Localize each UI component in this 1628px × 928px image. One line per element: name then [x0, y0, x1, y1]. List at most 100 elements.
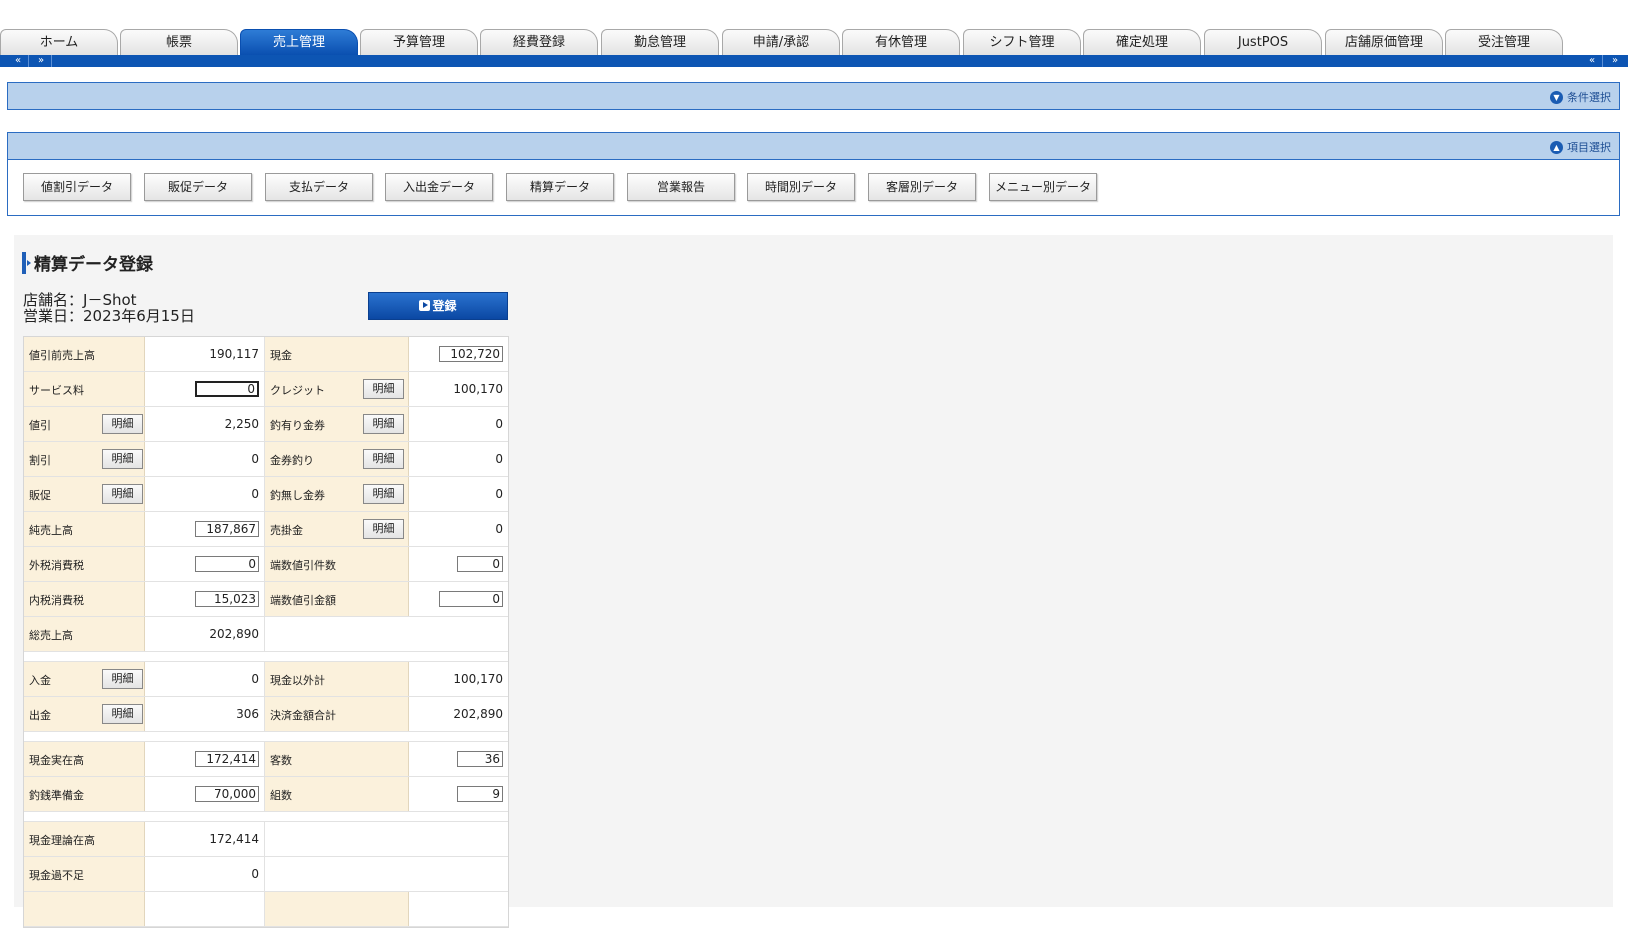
actual-cash-input[interactable]: 172,414 — [195, 751, 259, 767]
table-row: 販促 明細 0 釣無し金券 明細 0 — [24, 477, 508, 512]
row-label: 組数 — [270, 789, 292, 802]
row-label: 外税消費税 — [29, 559, 84, 572]
customer-count-input[interactable]: 36 — [457, 751, 503, 767]
row-label: 釣銭準備金 — [29, 789, 84, 802]
external-tax-input[interactable]: 0 — [195, 556, 259, 572]
row-label: 端数値引件数 — [270, 559, 336, 572]
table-row — [24, 892, 508, 927]
cash-input[interactable]: 102,720 — [439, 346, 503, 362]
menu-data-button[interactable]: メニュー別データ — [989, 173, 1097, 201]
tabs-next-button[interactable]: » — [31, 55, 52, 67]
discount-data-button[interactable]: 値割引データ — [23, 173, 131, 201]
payment-data-button[interactable]: 支払データ — [265, 173, 373, 201]
cash-over-short-value: 0 — [251, 867, 259, 881]
internal-tax-input[interactable]: 15,023 — [195, 591, 259, 607]
table-row: 現金実在高 172,414 客数 36 — [24, 742, 508, 777]
row-label: 端数値引金額 — [270, 594, 336, 607]
service-charge-input[interactable]: 0 — [195, 381, 259, 397]
tab-justpos[interactable]: JustPOS — [1204, 29, 1322, 55]
tab-expense-registration[interactable]: 経費登録 — [480, 29, 598, 55]
item-panel-header: ▲ 項目選択 — [7, 132, 1620, 160]
business-report-button[interactable]: 営業報告 — [627, 173, 735, 201]
settlement-grid: 値引前売上高 190,117 現金 102,720 サービス料 0 クレジット明… — [23, 336, 509, 928]
row-label: 客数 — [270, 754, 292, 767]
non-cash-total-value: 100,170 — [453, 672, 503, 686]
table-row: 純売上高 187,867 売掛金 明細 0 — [24, 512, 508, 547]
row-label: 釣無し金券 — [270, 489, 325, 502]
row-label: 内税消費税 — [29, 594, 84, 607]
tab-attendance-management[interactable]: 勤怠管理 — [601, 29, 719, 55]
condition-toggle[interactable]: ▼ 条件選択 — [1550, 89, 1611, 105]
customer-segment-data-button[interactable]: 客層別データ — [868, 173, 976, 201]
promotion-data-button[interactable]: 販促データ — [144, 173, 252, 201]
change-fund-input[interactable]: 70,000 — [195, 786, 259, 802]
tabs-next-button-right[interactable]: » — [1605, 55, 1625, 67]
tab-budget-management[interactable]: 予算管理 — [360, 29, 478, 55]
play-icon — [419, 300, 431, 311]
table-row: 外税消費税 0 端数値引件数 0 — [24, 547, 508, 582]
register-button[interactable]: 登録 — [368, 292, 508, 320]
discount-detail-button[interactable]: 明細 — [102, 414, 143, 434]
row-label: 金券釣り — [270, 454, 314, 467]
table-row: 値引 明細 2,250 釣有り金券 明細 0 — [24, 407, 508, 442]
item-panel-body: 値割引データ 販促データ 支払データ 入出金データ 精算データ 営業報告 時間別… — [7, 160, 1620, 216]
net-sales-input[interactable]: 187,867 — [195, 521, 259, 537]
table-row: サービス料 0 クレジット 明細 100,170 — [24, 372, 508, 407]
tab-application-approval[interactable]: 申請/承認 — [722, 29, 840, 55]
hourly-data-button[interactable]: 時間別データ — [747, 173, 855, 201]
table-row: 現金理論在高 172,414 — [24, 822, 508, 857]
register-button-label: 登録 — [432, 299, 457, 313]
row-label: 総売上高 — [29, 629, 73, 642]
voucher-change-detail-button[interactable]: 明細 — [363, 449, 404, 469]
row-label: 釣有り金券 — [270, 419, 325, 432]
store-info: 店舗名：J－Shot 営業日：2023年6月15日 — [23, 292, 195, 324]
tab-confirmation[interactable]: 確定処理 — [1083, 29, 1201, 55]
table-row: 入金 明細 0 現金以外計 100,170 — [24, 662, 508, 697]
total-sales-value: 202,890 — [209, 627, 259, 641]
settlement-data-button[interactable]: 精算データ — [506, 173, 614, 201]
withdrawal-detail-button[interactable]: 明細 — [102, 704, 143, 724]
row-label: 売掛金 — [270, 524, 303, 537]
row-spacer — [24, 812, 508, 822]
tabs-prev-button-right[interactable]: « — [1582, 55, 1603, 67]
voucher-no-change-value: 0 — [495, 487, 503, 501]
tab-reports[interactable]: 帳票 — [120, 29, 238, 55]
item-toggle[interactable]: ▲ 項目選択 — [1550, 139, 1611, 155]
deposit-detail-button[interactable]: 明細 — [102, 669, 143, 689]
tab-home[interactable]: ホーム — [0, 29, 118, 55]
withdrawal-value: 306 — [236, 707, 259, 721]
tabs-prev-button[interactable]: « — [8, 55, 29, 67]
condition-toggle-label: 条件選択 — [1567, 91, 1611, 104]
rounding-discount-amount-input[interactable]: 0 — [439, 591, 503, 607]
deposit-value: 0 — [251, 672, 259, 686]
row-spacer — [24, 652, 508, 662]
credit-detail-button[interactable]: 明細 — [363, 379, 404, 399]
voucher-no-change-detail-button[interactable]: 明細 — [363, 484, 404, 504]
markdown-detail-button[interactable]: 明細 — [102, 449, 143, 469]
main-tab-bar: ホーム 帳票 売上管理 予算管理 経費登録 勤怠管理 申請/承認 有休管理 シフ… — [0, 29, 1628, 55]
payment-total-value: 202,890 — [453, 707, 503, 721]
page-title-text: 精算データ登録 — [34, 255, 153, 275]
rounding-discount-count-input[interactable]: 0 — [457, 556, 503, 572]
tab-shift-management[interactable]: シフト管理 — [963, 29, 1081, 55]
voucher-with-change-detail-button[interactable]: 明細 — [363, 414, 404, 434]
tab-paid-leave[interactable]: 有休管理 — [842, 29, 960, 55]
promotion-detail-button[interactable]: 明細 — [102, 484, 143, 504]
table-row: 値引前売上高 190,117 現金 102,720 — [24, 337, 508, 372]
tab-order-management[interactable]: 受注管理 — [1445, 29, 1563, 55]
row-label: サービス料 — [29, 384, 84, 397]
voucher-with-change-value: 0 — [495, 417, 503, 431]
condition-panel-header: ▼ 条件選択 — [7, 82, 1620, 110]
promotion-value: 0 — [251, 487, 259, 501]
table-row: 内税消費税 15,023 端数値引金額 0 — [24, 582, 508, 617]
receivable-detail-button[interactable]: 明細 — [363, 519, 404, 539]
row-label: 入金 — [29, 674, 51, 687]
row-label: 出金 — [29, 709, 51, 722]
tab-underline — [0, 55, 1628, 67]
tab-store-cost[interactable]: 店舗原価管理 — [1325, 29, 1443, 55]
deposit-withdrawal-data-button[interactable]: 入出金データ — [385, 173, 493, 201]
row-label: 現金実在高 — [29, 754, 84, 767]
group-count-input[interactable]: 9 — [457, 786, 503, 802]
tab-sales-management[interactable]: 売上管理 — [240, 29, 358, 55]
chevron-down-icon: ▼ — [1550, 90, 1563, 104]
